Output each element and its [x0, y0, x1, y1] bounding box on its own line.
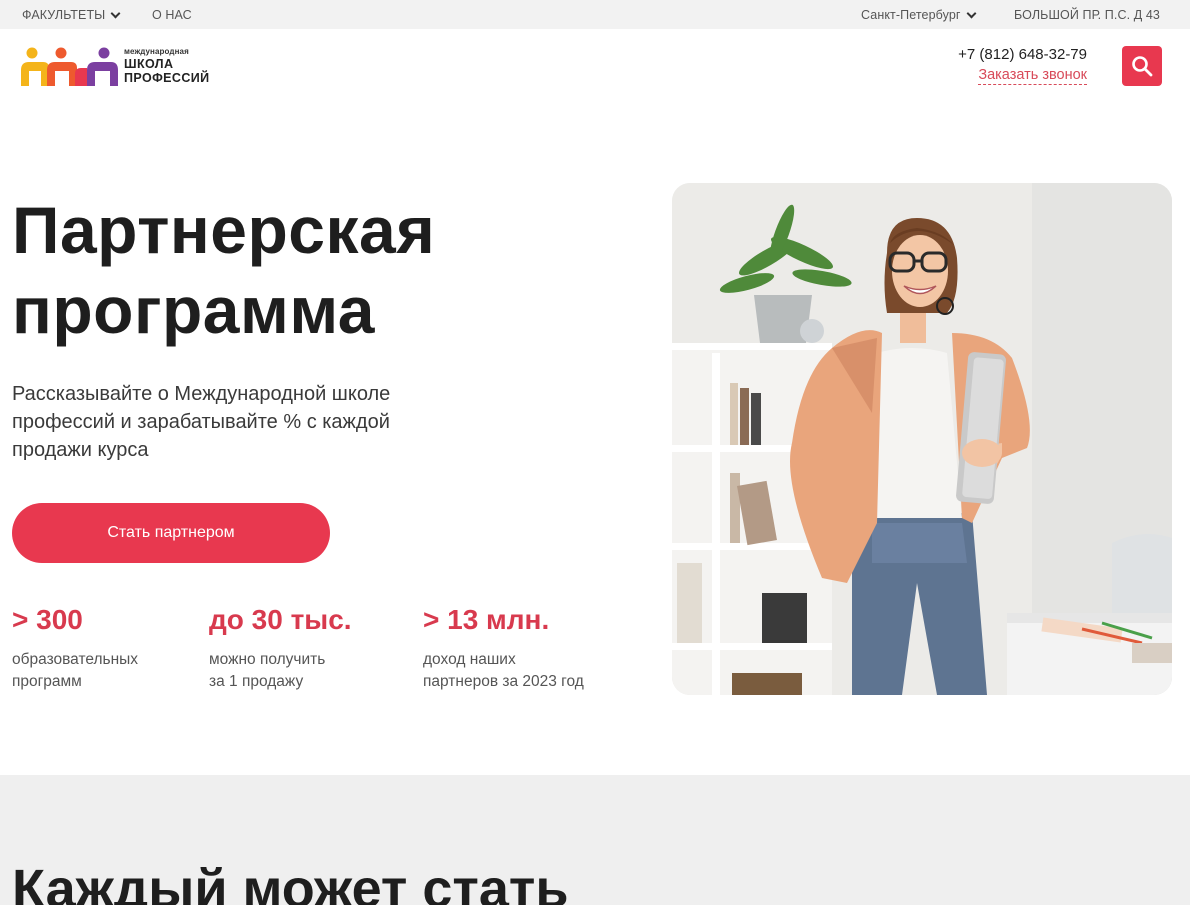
- stat-description: образовательных программ: [12, 649, 138, 693]
- top-bar: ФАКУЛЬТЕТЫ О НАС Санкт-Петербург БОЛЬШОЙ…: [0, 0, 1190, 29]
- logo-line1: ШКОЛА: [124, 57, 174, 71]
- stat-desc-line1: доход наших: [423, 651, 516, 668]
- stat-number: > 13 млн.: [423, 604, 550, 635]
- hero-description: Рассказывайте о Международной школе проф…: [12, 383, 391, 461]
- chevron-down-icon: [110, 8, 121, 18]
- stat-earnings: до 30 тыс. можно получить за 1 продажу: [209, 602, 352, 693]
- city-label: Санкт-Петербург: [861, 8, 961, 22]
- nav-about[interactable]: О НАС: [152, 8, 192, 22]
- become-partner-button[interactable]: Стать партнером: [12, 503, 330, 563]
- chevron-down-icon: [966, 8, 976, 18]
- nav-faculties[interactable]: ФАКУЛЬТЕТЫ: [22, 8, 121, 22]
- search-button[interactable]: [1122, 46, 1162, 86]
- stat-programs: > 300 образовательных программ: [12, 602, 138, 693]
- logo-mark-icon: [21, 44, 119, 88]
- logo-small-text: международная: [124, 47, 189, 56]
- stat-desc-line2: партнеров за 2023 год: [423, 673, 584, 690]
- stat-desc-line2: за 1 продажу: [209, 673, 304, 690]
- stat-desc-line1: образовательных: [12, 651, 139, 668]
- stat-desc-line1: можно получить: [209, 651, 326, 668]
- stat-income: > 13 млн. доход наших партнеров за 2023 …: [423, 602, 584, 693]
- logo-text: международная ШКОЛА ПРОФЕССИЙ: [124, 48, 210, 84]
- search-icon: [1132, 56, 1153, 77]
- stat-number: до 30 тыс.: [209, 604, 352, 635]
- nav-faculties-label: ФАКУЛЬТЕТЫ: [22, 8, 106, 22]
- address-label: БОЛЬШОЙ ПР. П.С. Д 43: [1014, 8, 1160, 22]
- section-heading: Каждый может стать: [12, 859, 569, 905]
- hero-title-line2: программа: [12, 273, 375, 347]
- city-selector[interactable]: Санкт-Петербург: [861, 8, 976, 22]
- phone-number[interactable]: +7 (812) 648-32-79: [958, 46, 1087, 63]
- address: БОЛЬШОЙ ПР. П.С. Д 43: [1014, 8, 1160, 22]
- stat-description: доход наших партнеров за 2023 год: [423, 649, 584, 693]
- section-everyone: Каждый может стать: [0, 775, 1190, 905]
- nav-about-label: О НАС: [152, 8, 192, 22]
- logo[interactable]: международная ШКОЛА ПРОФЕССИЙ: [21, 44, 210, 88]
- logo-line2: ПРОФЕССИЙ: [124, 70, 210, 85]
- stat-number: > 300: [12, 604, 83, 635]
- stat-description: можно получить за 1 продажу: [209, 649, 352, 693]
- stat-desc-line2: программ: [12, 673, 82, 690]
- hero-photo: [672, 183, 1172, 695]
- hero-title-line1: Партнерская: [12, 193, 436, 267]
- hero-title: Партнерская программа: [12, 190, 435, 350]
- callback-link[interactable]: Заказать звонок: [978, 67, 1087, 85]
